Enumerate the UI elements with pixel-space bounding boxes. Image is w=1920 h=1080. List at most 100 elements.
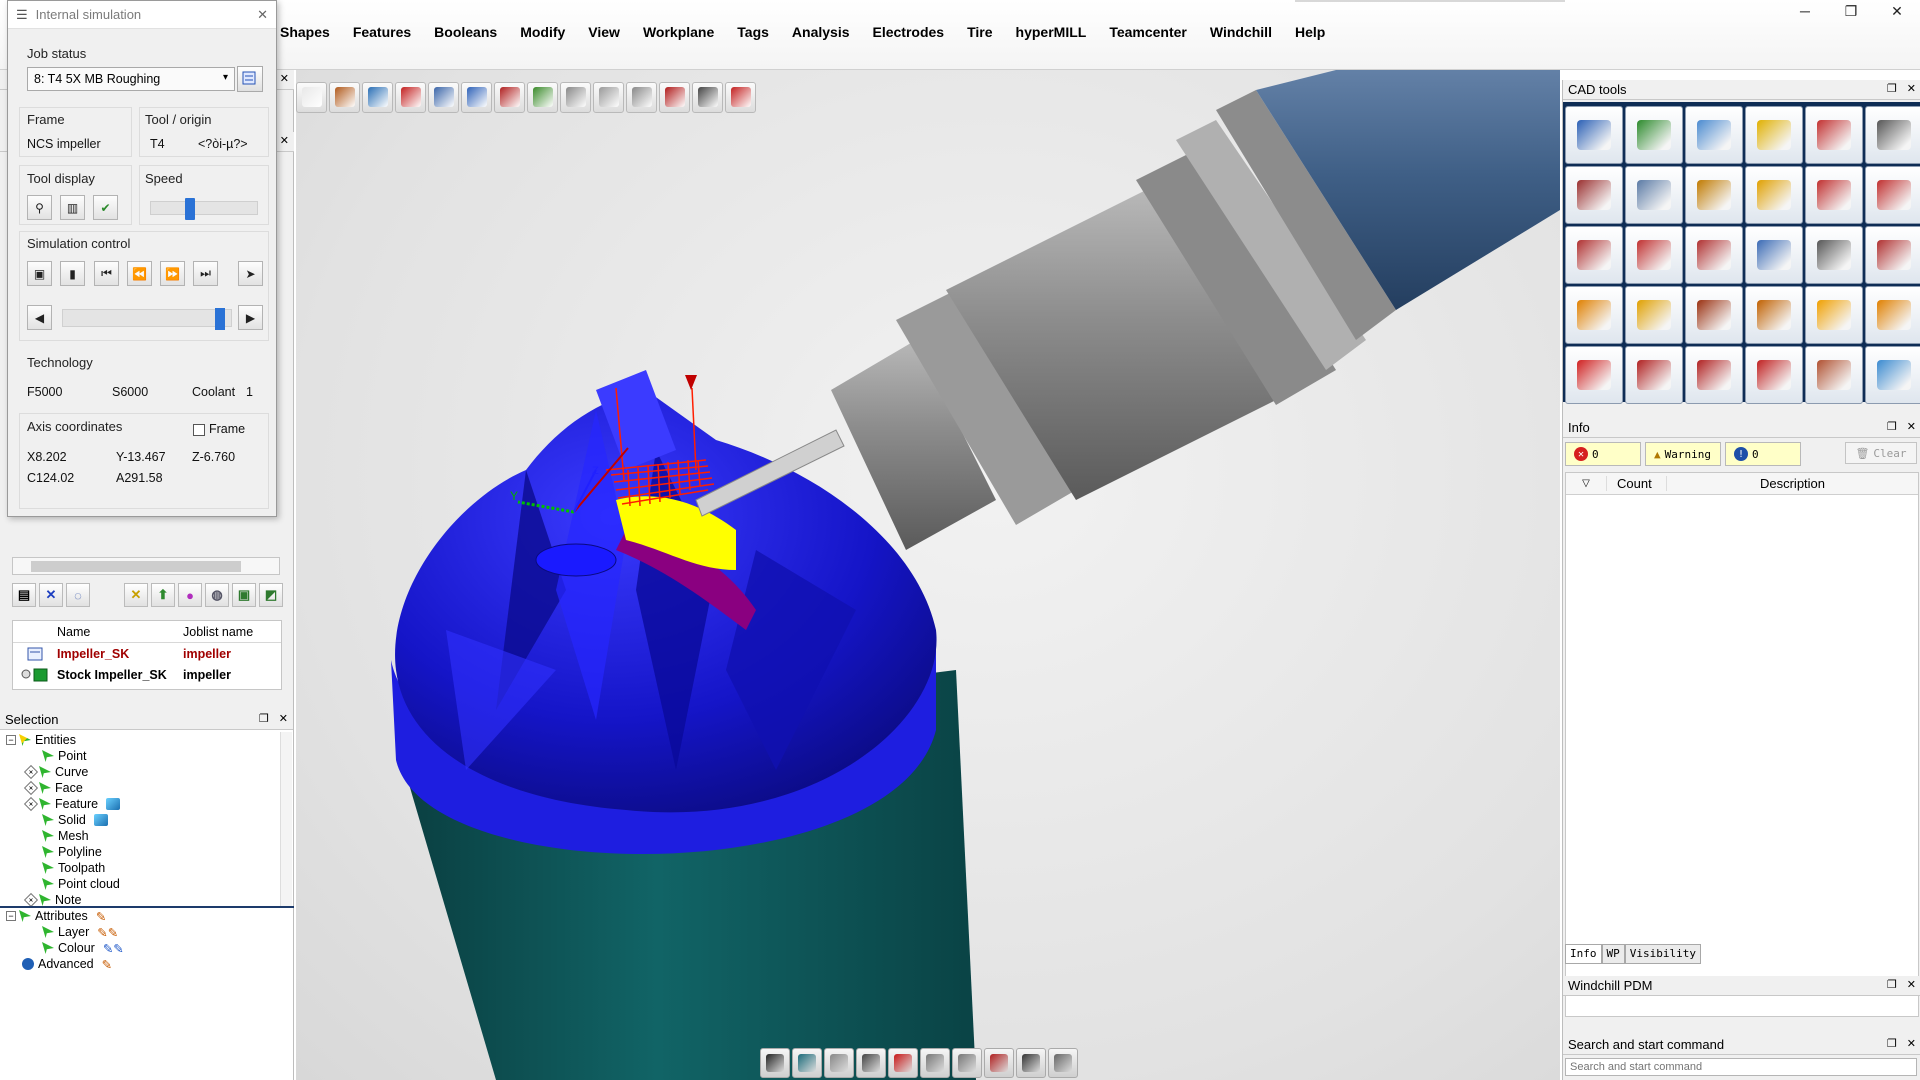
tree-node-solid[interactable]: Solid (0, 812, 280, 828)
close-icon[interactable]: ✕ (279, 712, 288, 727)
folded-surface-tool-button[interactable] (1745, 166, 1803, 224)
close-icon[interactable]: ✕ (257, 7, 268, 23)
axis-curve-tool-button[interactable] (1805, 166, 1863, 224)
menu-shapes[interactable]: Shapes (280, 24, 341, 40)
restore-button[interactable]: ❐ (1828, 0, 1874, 22)
lasso-button[interactable]: ◌ (66, 583, 90, 607)
shaded-view-button[interactable] (760, 1048, 790, 1078)
menu-booleans[interactable]: Booleans (434, 24, 508, 40)
close-icon[interactable]: ✕ (1907, 1037, 1916, 1052)
box-wire-tool-button[interactable] (1805, 226, 1863, 284)
warning-mark-button[interactable] (692, 81, 723, 113)
float-icon[interactable]: ❐ (259, 712, 269, 727)
tool-display-tool-button[interactable]: ⚲ (27, 195, 52, 220)
menu-view[interactable]: View (588, 24, 631, 40)
fillet-curve-tool-button[interactable] (1865, 106, 1920, 164)
offset-surface-tool-button[interactable] (1565, 286, 1623, 344)
menu-teamcenter[interactable]: Teamcenter (1109, 24, 1198, 40)
wave-curve-tool-button[interactable] (1625, 226, 1683, 284)
solid-box-tool-button[interactable] (1565, 346, 1623, 404)
dialog-menu-icon[interactable]: ☰ (16, 7, 28, 23)
expand-icon[interactable]: + (23, 764, 39, 780)
hammer-surface-tool-button[interactable] (1685, 166, 1743, 224)
spline-tool-button[interactable] (1685, 226, 1743, 284)
star-i-tool-button[interactable] (1745, 106, 1803, 164)
float-icon[interactable]: ❐ (1887, 978, 1897, 993)
sim-stock-button[interactable]: ▮ (60, 261, 85, 286)
speed-slider-thumb[interactable] (185, 198, 196, 220)
skip-end-button[interactable]: ⏭ (193, 261, 218, 286)
collapse-icon[interactable]: − (6, 735, 16, 745)
chart-button[interactable]: ◩ (259, 583, 283, 607)
loft-tool-button[interactable] (1865, 226, 1920, 284)
parallel-curve-tool-button[interactable] (1745, 226, 1803, 284)
progress-slider-thumb[interactable] (215, 308, 225, 330)
new-file-button[interactable] (296, 81, 327, 113)
tree-node-point-cloud[interactable]: Point cloud (0, 876, 280, 892)
menu-analysis[interactable]: Analysis (792, 24, 861, 40)
zoom-view-button[interactable] (920, 1048, 950, 1078)
tree-node-entities[interactable]: − Entities (0, 732, 280, 748)
graphics-viewport[interactable]: Y Z (296, 70, 1560, 1080)
job-filter-button[interactable] (237, 66, 263, 92)
rotate-view-button[interactable] (792, 1048, 822, 1078)
tree-node-advanced[interactable]: Advanced ✎ (0, 956, 294, 972)
surface-plane-tool-button[interactable] (1685, 106, 1743, 164)
expand-icon[interactable]: + (23, 796, 39, 812)
tree-node-polyline[interactable]: Polyline (0, 844, 280, 860)
frame-checkbox[interactable] (193, 424, 205, 436)
grid-view-button[interactable] (1048, 1048, 1078, 1078)
menu-electrodes[interactable]: Electrodes (873, 24, 956, 40)
plane-surface-tool-button[interactable] (1625, 166, 1683, 224)
swept-surface-tool-button[interactable] (1625, 286, 1683, 344)
menu-features[interactable]: Features (353, 24, 422, 40)
tree-node-face[interactable]: + Face (0, 780, 280, 796)
error-filter[interactable]: ✕ 0 (1565, 442, 1641, 466)
reset-view-button[interactable] (626, 81, 657, 113)
image-button[interactable]: ▣ (232, 583, 256, 607)
glass-cube-tool-button[interactable] (1865, 346, 1920, 404)
table-row[interactable]: Stock Impeller_SK impeller (13, 664, 281, 685)
menu-help[interactable]: Help (1295, 24, 1336, 40)
selection-scrollbar[interactable] (280, 732, 292, 906)
menu-hypermill[interactable]: hyperMILL (1016, 24, 1098, 40)
step-back-button[interactable]: ◀ (27, 305, 52, 330)
expand-icon[interactable]: + (23, 892, 39, 908)
import-i-tool-button[interactable] (1565, 106, 1623, 164)
skip-start-button[interactable]: ⏮ (94, 261, 119, 286)
selection-view-button[interactable] (888, 1048, 918, 1078)
blend-surface-tool-button[interactable] (1805, 286, 1863, 344)
tree-node-layer[interactable]: Layer ✎✎ (0, 924, 294, 940)
tab-wp[interactable]: WP (1601, 944, 1625, 964)
close-button[interactable]: ✕ (1874, 0, 1920, 22)
tool-button[interactable]: ✕ (124, 583, 148, 607)
tree-node-attributes[interactable]: − Attributes ✎ (0, 908, 294, 924)
close-icon[interactable]: ✕ (1907, 420, 1916, 435)
tree-node-toolpath[interactable]: Toolpath (0, 860, 280, 876)
open-file-button[interactable] (329, 81, 360, 113)
clear-button[interactable]: 🗑 Clear (1845, 442, 1917, 464)
surface-solid-tool-button[interactable] (1745, 346, 1803, 404)
sim-settings-button[interactable]: ▣ (27, 261, 52, 286)
undo-button[interactable] (560, 81, 591, 113)
material-button[interactable]: ● (178, 583, 202, 607)
tab-info[interactable]: Info (1565, 944, 1602, 964)
collapse-icon[interactable]: − (6, 911, 16, 921)
table-row[interactable]: Impeller_SK impeller (13, 643, 281, 664)
float-icon[interactable]: ❐ (1887, 82, 1897, 97)
wire-view-button[interactable] (824, 1048, 854, 1078)
expand-icon[interactable]: + (23, 780, 39, 796)
speed-slider[interactable] (150, 198, 258, 220)
tree-node-point[interactable]: Point (0, 748, 280, 764)
warning-filter[interactable]: ▲ Warning (1645, 442, 1721, 466)
col-description[interactable]: Description (1666, 476, 1918, 491)
dialog-titlebar[interactable]: ☰ Internal simulation ✕ (8, 1, 276, 29)
float-icon[interactable]: ❐ (1887, 1037, 1897, 1052)
tree-node-feature[interactable]: + Feature (0, 796, 280, 812)
shell-tool-button[interactable] (1805, 346, 1863, 404)
solid-box-button[interactable] (395, 81, 426, 113)
ruler-view-button[interactable] (952, 1048, 982, 1078)
edge-view-button[interactable] (856, 1048, 886, 1078)
frame-curve-tool-button[interactable] (1865, 166, 1920, 224)
col-name[interactable]: Name (57, 625, 177, 639)
